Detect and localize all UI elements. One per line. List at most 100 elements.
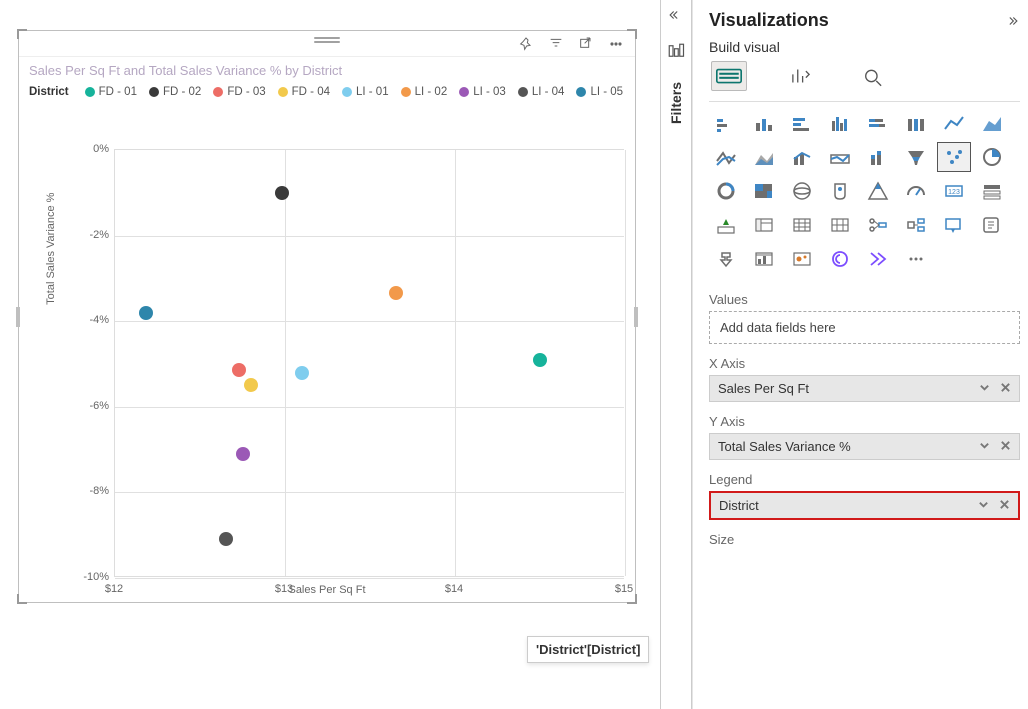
visualization-type[interactable] (709, 244, 743, 274)
visualization-type[interactable] (785, 108, 819, 138)
resize-corner-br[interactable] (627, 594, 637, 604)
visualization-type[interactable] (975, 108, 1009, 138)
format-tab[interactable] (783, 61, 819, 91)
visualization-type[interactable] (823, 108, 857, 138)
resize-corner-bl[interactable] (17, 594, 27, 604)
visualization-type[interactable] (709, 176, 743, 206)
visualization-type[interactable] (899, 210, 933, 240)
visualization-type[interactable] (899, 108, 933, 138)
visualization-type[interactable] (709, 142, 743, 172)
legend-title: District (29, 86, 69, 98)
visualization-type[interactable] (861, 108, 895, 138)
y-axis-title: Total Sales Variance % (45, 193, 57, 305)
legend-item[interactable]: FD - 04 (278, 86, 330, 98)
legend-item[interactable]: FD - 02 (149, 86, 201, 98)
filter-icon[interactable] (547, 35, 565, 53)
visualization-type[interactable]: 123 (937, 176, 971, 206)
visualization-type[interactable] (709, 210, 743, 240)
remove-icon[interactable] (999, 498, 1010, 513)
y-axis-item[interactable]: Total Sales Variance % (709, 433, 1020, 460)
y-tick-label: 0% (67, 143, 109, 155)
visualization-type[interactable] (975, 142, 1009, 172)
visualization-type[interactable] (747, 142, 781, 172)
chevron-down-icon[interactable] (979, 381, 990, 396)
expand-filters-icon[interactable] (667, 6, 685, 24)
visualization-type[interactable] (747, 176, 781, 206)
data-point[interactable] (533, 353, 547, 367)
data-point[interactable] (236, 447, 250, 461)
visualization-gallery: 123 (709, 101, 1020, 280)
visualization-type[interactable] (861, 244, 895, 274)
remove-icon[interactable] (1000, 439, 1011, 454)
visual-card[interactable]: Sales Per Sq Ft and Total Sales Variance… (18, 30, 636, 603)
visualization-type[interactable] (747, 244, 781, 274)
x-axis-item[interactable]: Sales Per Sq Ft (709, 375, 1020, 402)
legend-item-label: LI - 05 (590, 86, 623, 98)
values-well[interactable]: Add data fields here (709, 311, 1020, 344)
collapse-visualizations-icon[interactable] (1002, 12, 1020, 30)
data-point[interactable] (275, 186, 289, 200)
y-tick-label: -2% (67, 229, 109, 241)
data-point[interactable] (232, 363, 246, 377)
visualization-type[interactable] (975, 176, 1009, 206)
visualization-type[interactable] (709, 108, 743, 138)
resize-handle-right[interactable] (634, 307, 638, 327)
focus-mode-icon[interactable] (577, 35, 595, 53)
legend-item[interactable]: FD - 03 (213, 86, 265, 98)
drag-grip-icon[interactable] (314, 37, 340, 45)
more-icon[interactable] (607, 35, 625, 53)
visualization-type[interactable] (823, 210, 857, 240)
legend-dot-icon (342, 87, 352, 97)
visualization-type[interactable] (785, 142, 819, 172)
visualization-type[interactable] (899, 244, 933, 274)
visualization-type[interactable] (823, 176, 857, 206)
visualization-type[interactable] (747, 210, 781, 240)
data-point[interactable] (219, 532, 233, 546)
y-tick-label: -10% (67, 571, 109, 583)
data-point[interactable] (244, 378, 258, 392)
analytics-tab[interactable] (855, 61, 891, 91)
visualization-type[interactable] (747, 108, 781, 138)
visualization-type[interactable] (823, 142, 857, 172)
drag-field-tooltip: 'District'[District] (527, 636, 649, 663)
remove-icon[interactable] (1000, 381, 1011, 396)
visualization-type[interactable] (785, 176, 819, 206)
visualization-type[interactable] (861, 176, 895, 206)
legend-item-label: FD - 01 (99, 86, 137, 98)
data-point[interactable] (139, 306, 153, 320)
filters-pane-collapsed[interactable]: Filters (660, 0, 692, 709)
visualization-type[interactable] (861, 142, 895, 172)
legend-dot-icon (278, 87, 288, 97)
resize-corner-tl[interactable] (17, 29, 27, 39)
visualization-type[interactable] (937, 210, 971, 240)
resize-handle-left[interactable] (16, 307, 20, 327)
legend-item[interactable]: FD - 01 (85, 86, 137, 98)
fields-tab[interactable] (711, 61, 747, 91)
pin-icon[interactable] (517, 35, 535, 53)
visualization-type[interactable] (937, 108, 971, 138)
legend-item[interactable]: District (709, 491, 1020, 520)
resize-corner-tr[interactable] (627, 29, 637, 39)
legend-dot-icon (576, 87, 586, 97)
legend-item[interactable]: LI - 04 (518, 86, 565, 98)
y-tick-label: -8% (67, 485, 109, 497)
legend-item[interactable]: LI - 05 (576, 86, 623, 98)
legend-dot-icon (459, 87, 469, 97)
legend-item[interactable]: LI - 01 (342, 86, 389, 98)
legend-item[interactable]: LI - 03 (459, 86, 506, 98)
chevron-down-icon[interactable] (979, 439, 990, 454)
visualization-type[interactable] (899, 176, 933, 206)
visualization-type[interactable] (975, 210, 1009, 240)
chevron-down-icon[interactable] (978, 498, 989, 513)
visualization-scatter[interactable] (937, 142, 971, 172)
visualization-type[interactable] (785, 210, 819, 240)
legend-item[interactable]: LI - 02 (401, 86, 448, 98)
visualization-type[interactable] (785, 244, 819, 274)
data-point[interactable] (295, 366, 309, 380)
visualization-type[interactable] (899, 142, 933, 172)
legend-item-label: LI - 04 (532, 86, 565, 98)
visualization-type[interactable] (861, 210, 895, 240)
y-axis-label: Y Axis (709, 414, 1020, 429)
visualization-type[interactable] (823, 244, 857, 274)
data-point[interactable] (389, 286, 403, 300)
